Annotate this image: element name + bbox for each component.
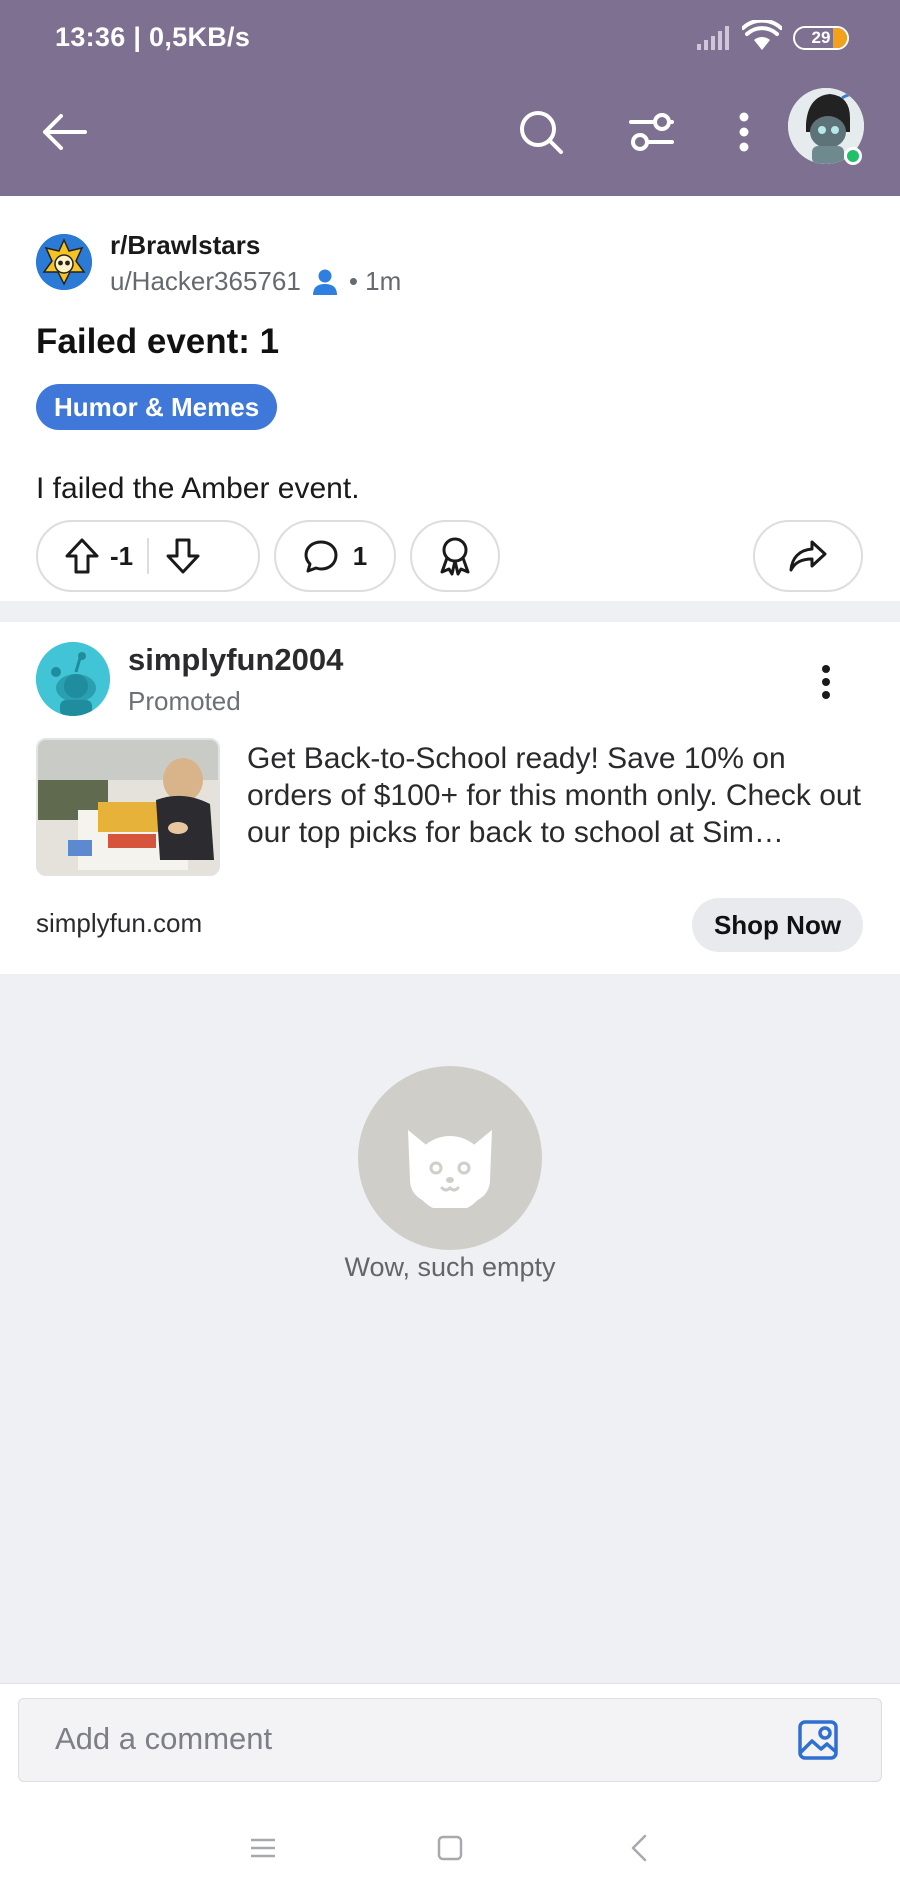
system-navigation-bar <box>0 1793 900 1901</box>
sort-button[interactable] <box>619 100 683 164</box>
brawlstars-logo-icon <box>36 234 92 290</box>
square-icon <box>437 1835 463 1861</box>
post-card: r/Brawlstars u/Hacker365761 • 1m Failed … <box>0 196 900 601</box>
comment-bar-container: Add a comment <box>0 1683 900 1793</box>
comment-bubble-icon <box>304 540 338 573</box>
share-button[interactable] <box>753 520 863 592</box>
image-icon <box>798 1720 838 1760</box>
ad-headline[interactable]: Get Back-to-School ready! Save 10% on or… <box>247 740 867 851</box>
post-meta: u/Hacker365761 • 1m <box>110 266 401 297</box>
battery-icon: 29 <box>793 26 849 50</box>
award-icon <box>440 537 470 576</box>
author-name[interactable]: u/Hacker365761 <box>110 266 301 297</box>
advertiser-name[interactable]: simplyfun2004 <box>128 642 343 678</box>
promoted-label: Promoted <box>128 686 241 716</box>
ad-domain[interactable]: simplyfun.com <box>36 908 202 939</box>
award-button[interactable] <box>410 520 500 592</box>
chevron-left-icon <box>631 1834 647 1862</box>
app-header: 13:36 | 0,5KB/s 29 <box>0 0 900 196</box>
advertiser-avatar[interactable] <box>36 642 110 716</box>
ad-options-button[interactable] <box>806 658 846 706</box>
empty-state-message: Wow, such empty <box>344 1252 556 1282</box>
battery-level: 29 <box>811 28 831 47</box>
post-flair[interactable]: Humor & Memes <box>36 384 278 430</box>
comment-placeholder: Add a comment <box>55 1721 273 1756</box>
snoo-avatar-icon <box>36 642 110 716</box>
ad-photo-image <box>38 740 218 874</box>
user-icon <box>312 269 337 295</box>
comment-count: 1 <box>352 540 368 571</box>
arrow-down-icon <box>166 538 200 574</box>
wifi-icon <box>742 20 782 50</box>
upvote-button[interactable] <box>64 537 100 575</box>
sort-options-icon <box>629 113 674 151</box>
subreddit-name[interactable]: r/Brawlstars <box>110 230 260 261</box>
more-vertical-icon <box>739 112 749 152</box>
vote-divider <box>147 538 150 574</box>
arrow-left-icon <box>43 114 87 150</box>
signal-icon <box>697 26 729 50</box>
comment-input[interactable]: Add a comment <box>18 1698 882 1782</box>
ad-thumbnail[interactable] <box>36 738 220 876</box>
add-image-button[interactable] <box>797 1719 839 1761</box>
online-status-dot <box>844 147 862 165</box>
empty-state-illustration <box>358 1066 542 1250</box>
home-button[interactable] <box>425 1823 475 1873</box>
promoted-post-card[interactable]: simplyfun2004 Promoted Get Back-to-Schoo… <box>0 622 900 974</box>
more-vertical-icon <box>822 665 830 699</box>
downvote-button[interactable] <box>165 537 201 575</box>
shop-now-button[interactable]: Shop Now <box>692 898 863 952</box>
arrow-up-icon <box>65 538 99 574</box>
vote-score: -1 <box>110 540 134 571</box>
share-arrow-icon <box>789 540 827 572</box>
post-title: Failed event: 1 <box>36 322 280 361</box>
menu-lines-icon <box>251 1838 275 1858</box>
recent-apps-button[interactable] <box>238 1823 288 1873</box>
search-icon <box>520 111 563 154</box>
cat-face-icon <box>408 1130 492 1208</box>
post-age: • 1m <box>348 266 402 296</box>
more-options-button[interactable] <box>712 100 776 164</box>
back-button[interactable] <box>32 100 96 164</box>
comments-button[interactable]: 1 <box>274 520 396 592</box>
system-back-button[interactable] <box>614 1823 664 1873</box>
vote-bar: -1 <box>36 520 260 592</box>
status-time: 13:36 | 0,5KB/s <box>55 22 251 52</box>
subreddit-avatar[interactable] <box>36 234 92 290</box>
post-body: I failed the Amber event. <box>36 472 360 505</box>
status-bar: 13:36 | 0,5KB/s 29 <box>0 0 900 80</box>
search-button[interactable] <box>509 100 573 164</box>
